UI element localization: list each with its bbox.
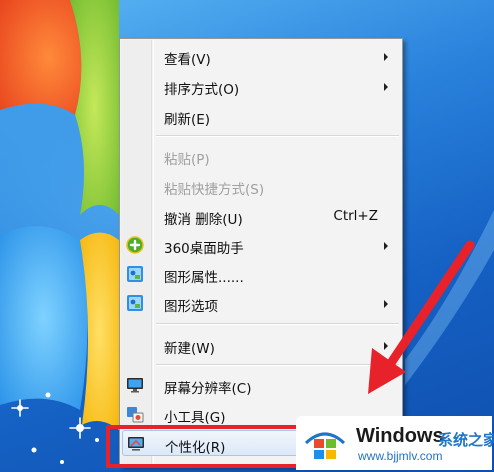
watermark-url: www.bjjmlv.com bbox=[358, 449, 443, 463]
red-highlight-box bbox=[106, 425, 306, 468]
watermark-suffix: 系统之家 bbox=[438, 431, 494, 449]
watermark-badge: Windows 系统之家 www.bjjmlv.com bbox=[296, 416, 494, 470]
red-annotation-arrow bbox=[368, 240, 475, 394]
watermark-brand: Windows bbox=[356, 425, 444, 447]
windows-flag-icon bbox=[304, 432, 346, 459]
